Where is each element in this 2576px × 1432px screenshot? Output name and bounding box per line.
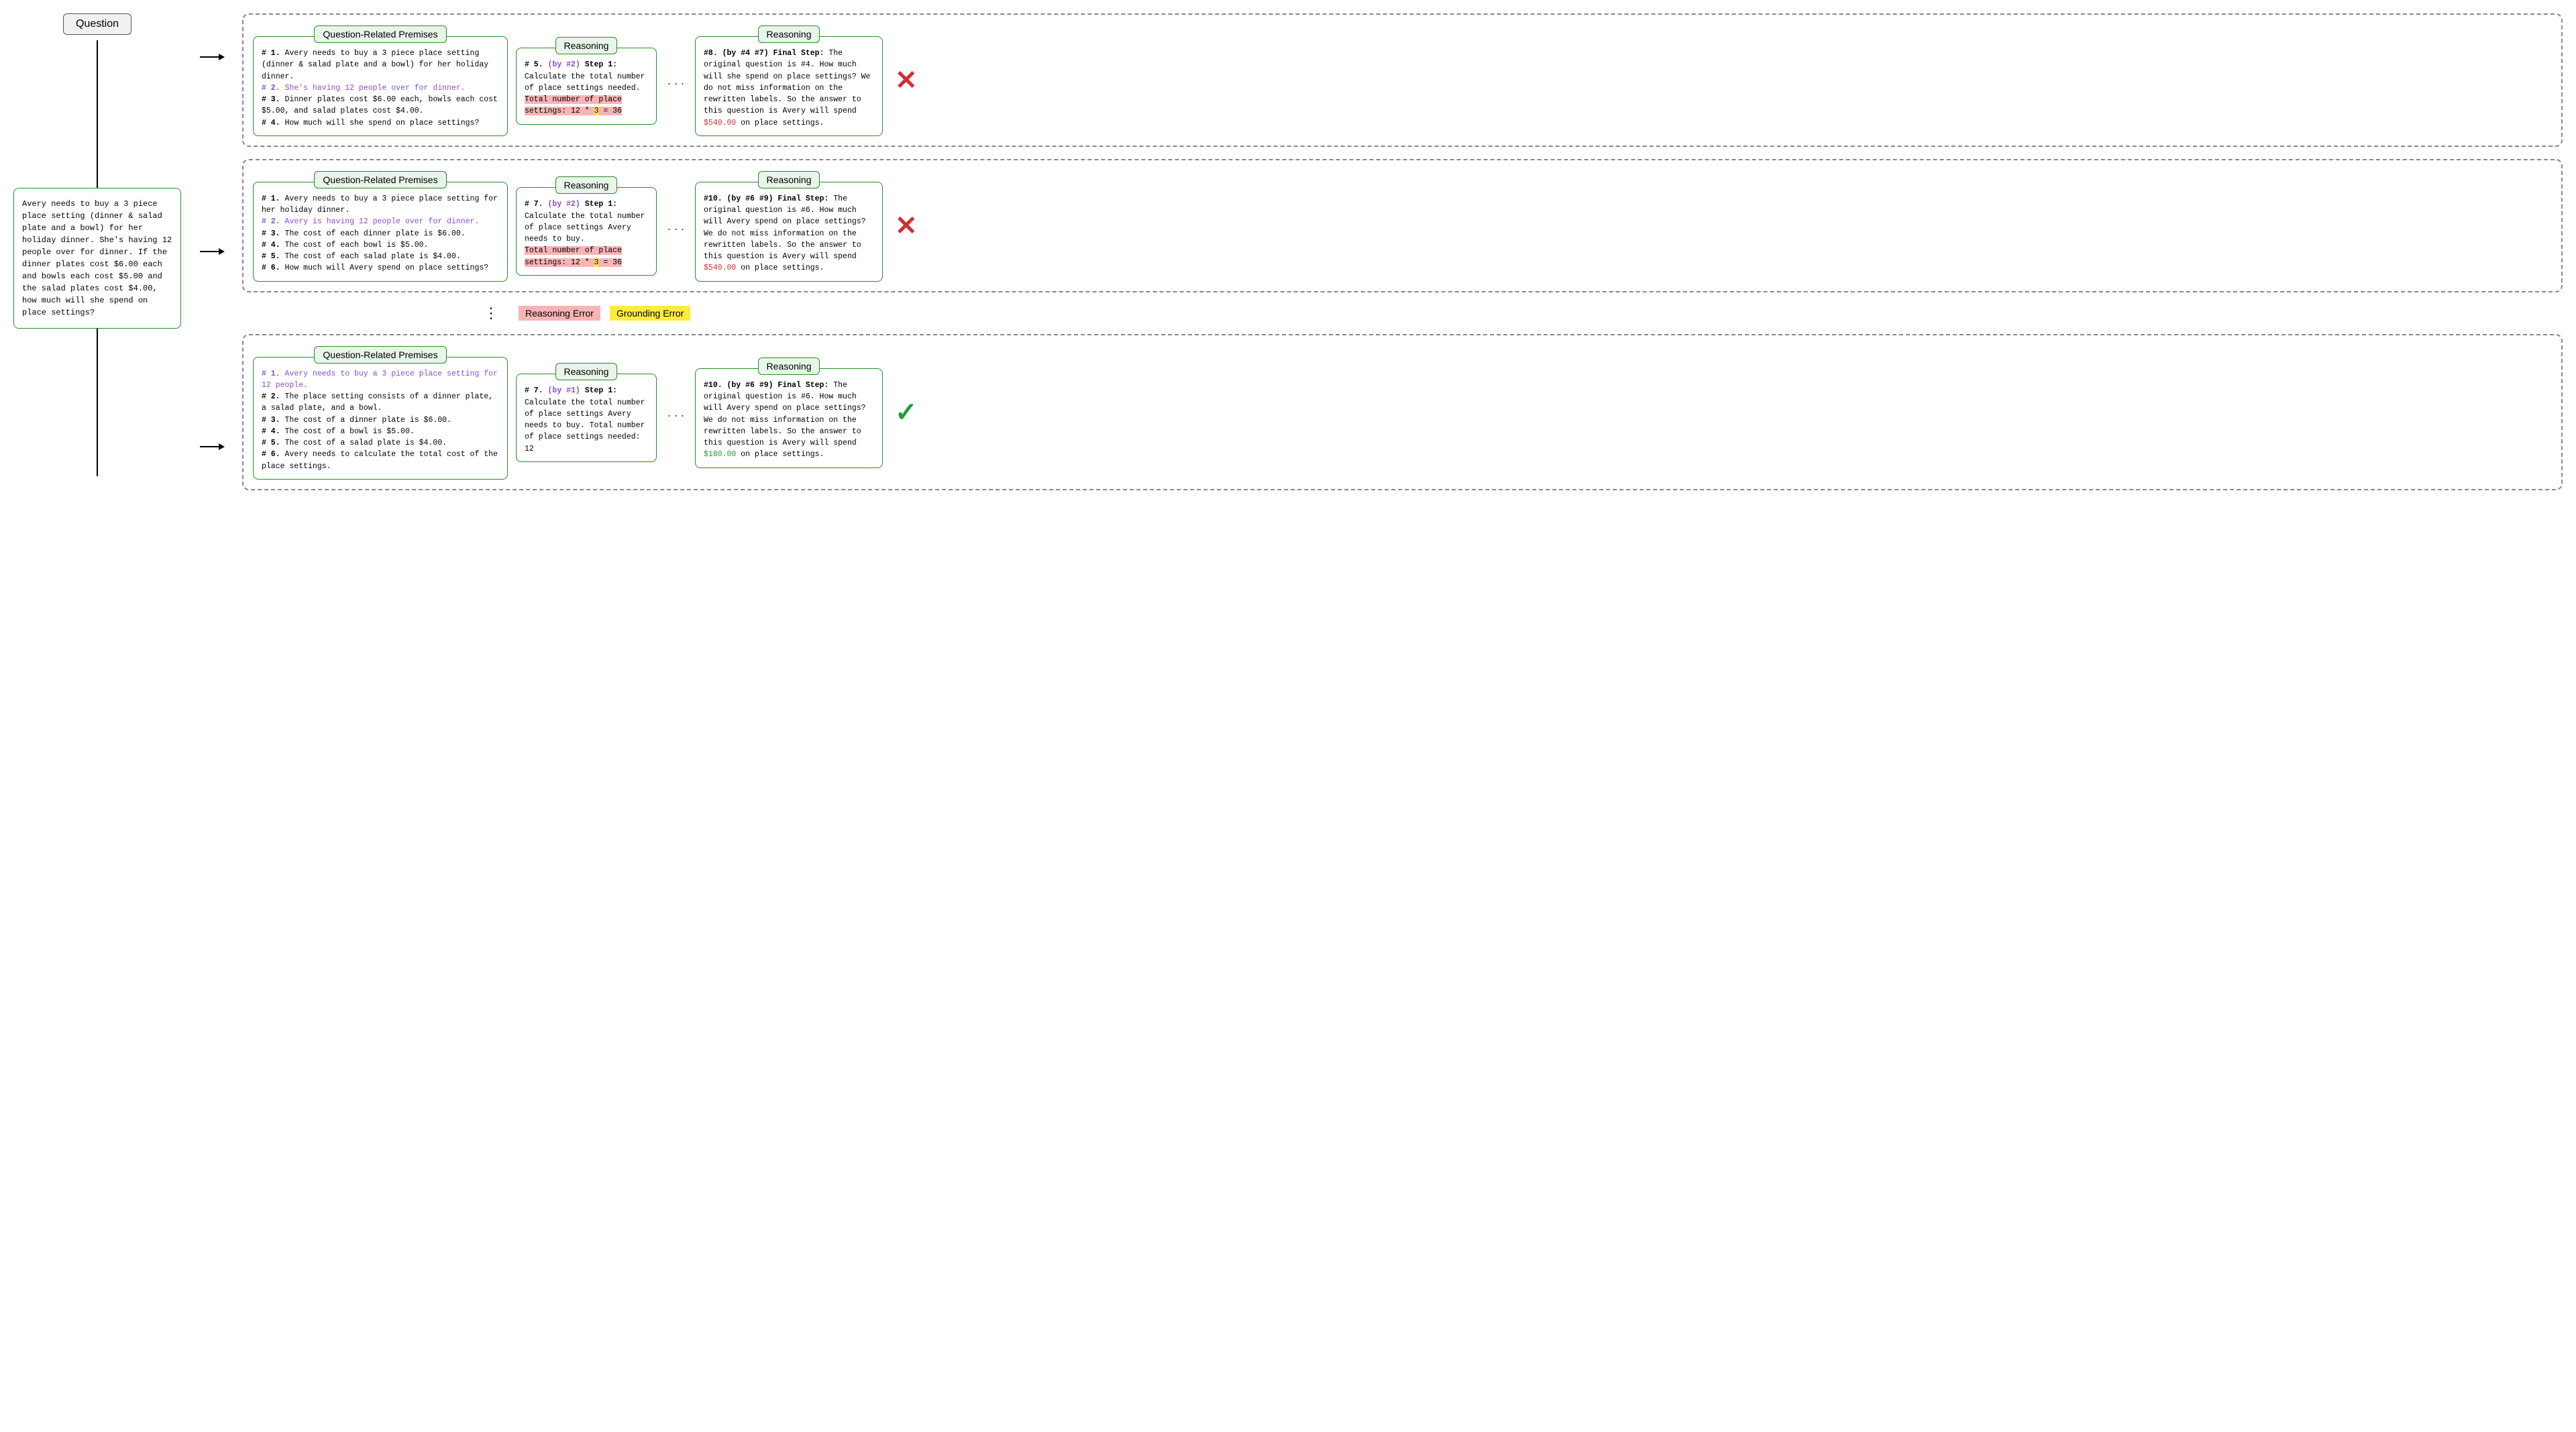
reasoning-label: Reasoning [555, 176, 618, 194]
legend-reasoning-error: Reasoning Error [519, 306, 600, 321]
ellipsis: . . . [665, 406, 687, 420]
reasoning-step-box: # 5. (by #2) Step 1:Calculate the total … [516, 48, 657, 124]
arrow-icon [200, 54, 225, 60]
cross-icon: ✕ [895, 65, 918, 96]
premises-box: # 1. Avery needs to buy a 3 piece place … [253, 182, 508, 282]
question-text: Avery needs to buy a 3 piece place setti… [13, 188, 181, 329]
reasoning-step-box: # 7. (by #1) Step 1:Calculate the total … [516, 374, 657, 462]
reasoning-paths: Question-Related Premises# 1. Avery need… [242, 13, 2563, 490]
reasoning-path: Question-Related Premises# 1. Avery need… [242, 334, 2563, 490]
premises-label: Question-Related Premises [314, 25, 446, 43]
premises-box: # 1. Avery needs to buy a 3 piece place … [253, 36, 508, 136]
arrow-icon [200, 443, 225, 450]
legend: Reasoning Error Grounding Error [519, 306, 690, 321]
final-step-box: #8. (by #4 #7) Final Step: The original … [695, 36, 883, 136]
reasoning-path: Question-Related Premises# 1. Avery need… [242, 13, 2563, 147]
vertical-ellipsis: ⋮ [484, 305, 498, 322]
final-step-box: #10. (by #6 #9) Final Step: The original… [695, 182, 883, 282]
reasoning-label: Reasoning [758, 171, 820, 188]
legend-grounding-error: Grounding Error [610, 306, 690, 321]
ellipsis: . . . [665, 74, 687, 88]
premises-box: # 1. Avery needs to buy a 3 piece place … [253, 357, 508, 480]
premises-label: Question-Related Premises [314, 171, 446, 188]
reasoning-label: Reasoning [758, 357, 820, 375]
diagram-root: Question Avery needs to buy a 3 piece pl… [13, 13, 2563, 490]
reasoning-path: Question-Related Premises# 1. Avery need… [242, 159, 2563, 292]
connector-line [97, 40, 98, 188]
arrow-icon [200, 248, 225, 255]
reasoning-step-box: # 7. (by #2) Step 1:Calculate the total … [516, 187, 657, 276]
branch-arrows [200, 13, 222, 490]
check-icon: ✓ [895, 397, 918, 428]
ellipsis: . . . [665, 219, 687, 233]
question-label: Question [63, 13, 131, 35]
premises-label: Question-Related Premises [314, 346, 446, 364]
connector-line [97, 329, 98, 476]
cross-icon: ✕ [895, 211, 918, 241]
question-column: Question Avery needs to buy a 3 piece pl… [13, 13, 181, 490]
reasoning-label: Reasoning [555, 363, 618, 380]
final-step-box: #10. (by #6 #9) Final Step: The original… [695, 368, 883, 468]
reasoning-label: Reasoning [758, 25, 820, 43]
reasoning-label: Reasoning [555, 37, 618, 54]
